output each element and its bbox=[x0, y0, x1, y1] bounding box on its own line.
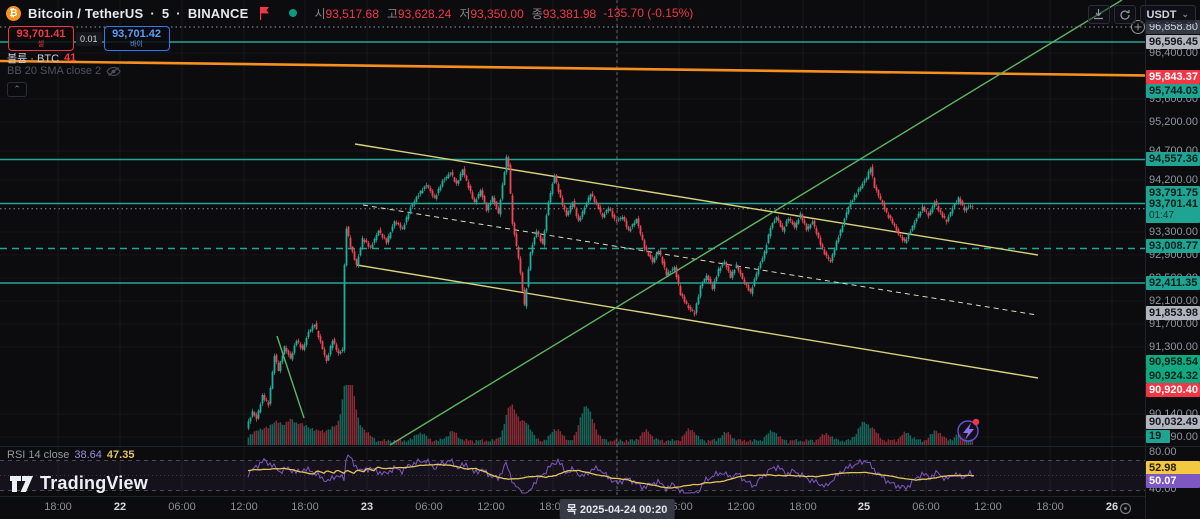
time-label: 12:00 bbox=[230, 501, 258, 513]
currency-value: USDT bbox=[1146, 8, 1177, 21]
ohlc-readout: 시93,517.68 고93,628.24 저93,350.00 종93,381… bbox=[314, 5, 596, 22]
close-label: 종 bbox=[531, 6, 543, 21]
time-label: 12:00 bbox=[974, 501, 1002, 513]
chevron-down-icon: ⌄ bbox=[1181, 9, 1189, 19]
time-label: 23 bbox=[360, 501, 374, 513]
high-label: 고 bbox=[386, 6, 398, 21]
eye-off-icon[interactable] bbox=[106, 66, 121, 77]
interval-label[interactable]: 5 bbox=[162, 6, 169, 21]
time-label: 18:00 bbox=[44, 501, 72, 513]
change-value: -135.70 (-0.15%) bbox=[603, 6, 694, 20]
price-tick: 80.00 bbox=[1149, 446, 1177, 458]
time-label: 18:00 bbox=[291, 501, 319, 513]
refresh-button[interactable] bbox=[1113, 5, 1136, 24]
time-label: 06:00 bbox=[912, 501, 940, 513]
chart-header: ₿ Bitcoin / TetherUS · 5 · BINANCE 시93,5… bbox=[6, 4, 693, 22]
price-label-green: 90,924.32 bbox=[1146, 369, 1200, 383]
low-label: 저 bbox=[459, 6, 471, 21]
price-label-volsm: 19 bbox=[1146, 430, 1170, 443]
rsi-ma-legend-value: 47.35 bbox=[106, 449, 135, 461]
price-label-teal: 95,744.03 bbox=[1146, 84, 1200, 98]
price-scale[interactable]: 96,400.00 95,600.00 95,200.00 94,700.00 94,2… bbox=[1146, 0, 1200, 496]
close-value: 93,381.98 bbox=[542, 6, 597, 21]
volume-legend[interactable]: 볼륨 · BTC 41 bbox=[7, 50, 76, 66]
collapse-panel-button[interactable]: ⌃ bbox=[7, 82, 27, 97]
sell-button[interactable]: 93,701.41 셀 bbox=[8, 26, 74, 51]
main-chart[interactable] bbox=[0, 0, 1200, 519]
tradingview-logo[interactable]: TradingView bbox=[10, 473, 148, 494]
bb-legend-label: BB 20 SMA close 2 bbox=[7, 65, 102, 77]
low-value: 93,350.00 bbox=[470, 6, 524, 21]
flag-icon[interactable] bbox=[259, 6, 270, 20]
exchange-label[interactable]: BINANCE bbox=[188, 6, 249, 21]
rsi-legend-label: RSI 14 close bbox=[7, 449, 70, 461]
price-label-teal: 92,411.35 bbox=[1146, 276, 1200, 290]
time-label: 25 bbox=[857, 501, 871, 513]
open-value: 93,517.68 bbox=[325, 6, 379, 21]
price-tick: 95,200.00 bbox=[1149, 116, 1198, 128]
price-tick: 93,300.00 bbox=[1149, 226, 1198, 238]
time-axis[interactable]: 18:00 22 06:00 12:00 18:00 23 06:00 12:00 18:00 0… bbox=[0, 496, 1146, 519]
sell-label: 셀 bbox=[37, 41, 45, 48]
tradingview-logo-text: TradingView bbox=[40, 473, 148, 493]
current-price-label: 93,701.41 01:47 bbox=[1146, 197, 1200, 223]
currency-dropdown[interactable]: USDT ⌄ bbox=[1139, 5, 1196, 24]
price-label-teal: 94,557.36 bbox=[1146, 152, 1200, 166]
time-label: 12:00 bbox=[477, 501, 505, 513]
sell-price: 93,701.41 bbox=[16, 28, 66, 40]
price-label-red: 90,920.40 bbox=[1146, 383, 1200, 397]
price-label-gray: 90,032.49 bbox=[1146, 415, 1200, 429]
time-label: 06:00 bbox=[415, 501, 443, 513]
price-label-green: 90,958.54 bbox=[1146, 355, 1200, 369]
symbol-separator: · bbox=[150, 5, 155, 21]
price-label-red: 95,843.37 bbox=[1146, 70, 1200, 84]
buy-button[interactable]: 93,701.42 바이 bbox=[103, 26, 170, 51]
time-label: 18:00 bbox=[789, 501, 817, 513]
buy-label: 바이 bbox=[130, 41, 143, 48]
time-label: 06:00 bbox=[168, 501, 196, 513]
axis-settings-gear-icon[interactable] bbox=[1119, 502, 1132, 515]
time-label: 26 bbox=[1105, 501, 1119, 513]
order-widget: 93,701.41 셀 0.01 93,701.42 바이 bbox=[8, 26, 170, 51]
volume-legend-label: 볼륨 · BTC bbox=[7, 53, 60, 65]
chart-stage: ₿ Bitcoin / TetherUS · 5 · BINANCE 시93,5… bbox=[0, 0, 1200, 519]
btc-logo-icon: ₿ bbox=[6, 5, 21, 21]
chevron-up-icon: ⌃ bbox=[13, 84, 21, 94]
symbol-name[interactable]: Bitcoin / TetherUS bbox=[28, 6, 143, 21]
download-button[interactable] bbox=[1087, 5, 1110, 24]
time-label: 22 bbox=[113, 501, 127, 513]
volume-legend-value: 41 bbox=[64, 52, 77, 64]
time-label: 18:00 bbox=[1036, 501, 1064, 513]
price-tick: 91,300.00 bbox=[1149, 341, 1198, 353]
buy-price: 93,701.42 bbox=[112, 28, 161, 40]
price-label-teal: 93,008.77 bbox=[1146, 239, 1200, 253]
rsi-legend-value: 38.64 bbox=[74, 449, 102, 461]
rsi-legend[interactable]: RSI 14 close 38.64 47.35 bbox=[7, 449, 134, 461]
open-label: 시 bbox=[314, 6, 326, 21]
high-value: 93,628.24 bbox=[397, 6, 452, 21]
crosshair-time-label: 목 2025-04-24 00:20 bbox=[559, 499, 675, 519]
price-label-gray: 91,853.98 bbox=[1146, 306, 1200, 320]
tradingview-mark-icon bbox=[10, 475, 33, 492]
price-label-yellow: 52.98 bbox=[1146, 461, 1200, 475]
time-label: 12:00 bbox=[727, 501, 755, 513]
price-tick: 94,200.00 bbox=[1149, 174, 1198, 186]
symbol-separator2: · bbox=[176, 5, 181, 21]
market-status-dot[interactable] bbox=[289, 9, 298, 17]
lightning-status-icon[interactable] bbox=[957, 418, 980, 442]
price-label-purple: 50.07 bbox=[1146, 474, 1200, 488]
bb-legend[interactable]: BB 20 SMA close 2 bbox=[7, 65, 121, 77]
price-label-gray: 96,596.45 bbox=[1146, 35, 1200, 49]
spread-value: 0.01 bbox=[76, 31, 102, 46]
